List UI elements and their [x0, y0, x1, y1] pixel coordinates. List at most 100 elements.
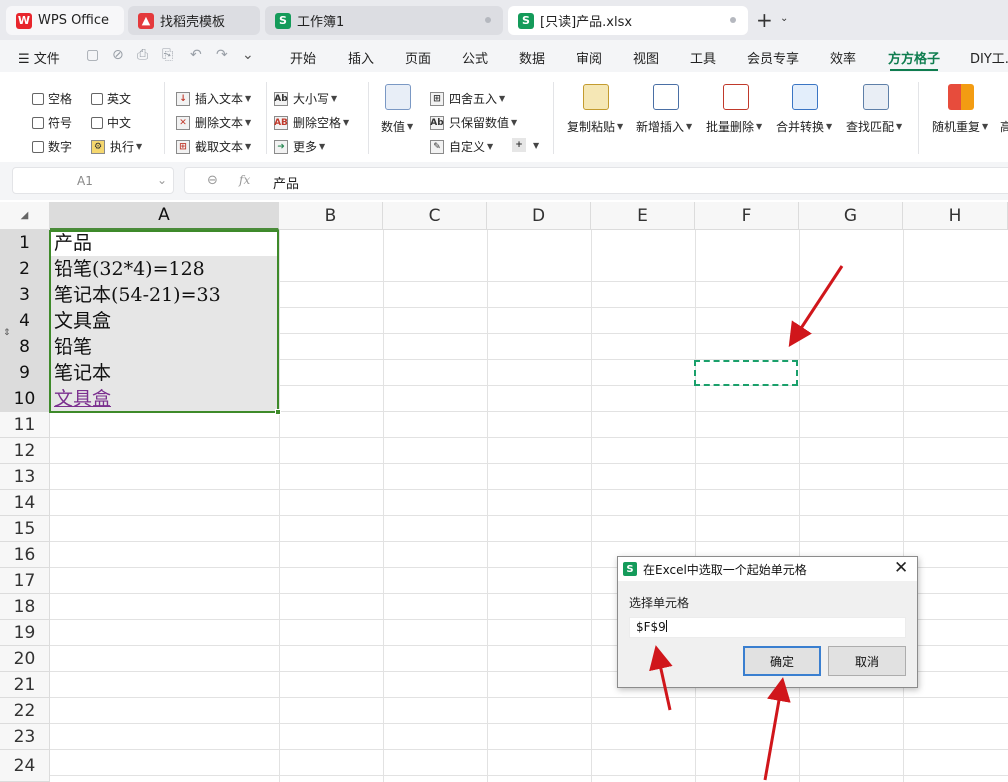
- row-header-9[interactable]: 9: [0, 360, 50, 386]
- tab-docer-templates[interactable]: ▲ 找稻壳模板: [128, 6, 260, 35]
- formula-content: 产品: [273, 177, 300, 192]
- plus-dropdown-button[interactable]: + ▼: [512, 138, 539, 152]
- execute-button[interactable]: ⚙ 执行 ▼: [91, 138, 142, 155]
- row-header-16[interactable]: 16: [0, 542, 50, 568]
- row-header-19[interactable]: 19: [0, 620, 50, 646]
- copy-paste-button[interactable]: 复制粘贴 ▼: [567, 118, 623, 135]
- row-header-14[interactable]: 14: [0, 490, 50, 516]
- select-all-corner[interactable]: ◢: [0, 202, 50, 230]
- row-header-18[interactable]: 18: [0, 594, 50, 620]
- custom-icon: ✎: [430, 139, 444, 154]
- row-header-15[interactable]: 15: [0, 516, 50, 542]
- row-header-1[interactable]: 1: [0, 230, 50, 256]
- chevron-down-icon[interactable]: ⌄: [242, 47, 254, 63]
- print-preview-icon[interactable]: ⎘: [162, 47, 173, 63]
- dialog-titlebar[interactable]: S 在Excel中选取一个起始单元格 ✕: [618, 557, 917, 581]
- delete-space-button[interactable]: AB 删除空格 ▼: [274, 114, 349, 131]
- save-icon[interactable]: ▢: [86, 47, 99, 63]
- tab-workbook1[interactable]: S 工作簿1: [265, 6, 503, 35]
- cancel-button[interactable]: 取消: [828, 646, 906, 676]
- row-header-2[interactable]: 2: [0, 256, 50, 282]
- copy-paste-icon: [583, 84, 609, 110]
- checkbox-english[interactable]: 英文: [91, 90, 131, 107]
- file-menu[interactable]: ☰ 文件: [18, 48, 60, 67]
- row-header-21[interactable]: 21: [0, 672, 50, 698]
- tab-wps-office[interactable]: W WPS Office: [6, 6, 124, 35]
- checkbox-space[interactable]: 空格: [32, 90, 72, 107]
- delete-text-icon: ✕: [176, 115, 190, 130]
- row-header-22[interactable]: 22: [0, 698, 50, 724]
- menu-review[interactable]: 审阅: [576, 48, 602, 67]
- undo-icon[interactable]: ↶: [190, 47, 202, 63]
- ribbon-divider: [918, 82, 919, 154]
- print-icon[interactable]: ⎙: [137, 47, 148, 63]
- more-button[interactable]: ➜ 更多 ▼: [274, 138, 325, 155]
- zoom-formula-icon[interactable]: ⊖: [207, 173, 218, 188]
- add-insert-button[interactable]: 新增插入 ▼: [636, 118, 692, 135]
- row-header-13[interactable]: 13: [0, 464, 50, 490]
- round-icon: ⊞: [430, 91, 444, 106]
- column-header-e[interactable]: E: [591, 202, 695, 230]
- redo-icon[interactable]: ↷: [216, 47, 228, 63]
- name-box[interactable]: A1 ⌄: [12, 167, 174, 194]
- row-header-20[interactable]: 20: [0, 646, 50, 672]
- menu-data[interactable]: 数据: [519, 48, 545, 67]
- column-header-h[interactable]: H: [903, 202, 1008, 230]
- column-header-f[interactable]: F: [695, 202, 799, 230]
- row-header-11[interactable]: 11: [0, 412, 50, 438]
- close-icon[interactable]: ✕: [894, 558, 908, 578]
- checkbox-chinese[interactable]: 中文: [91, 114, 131, 131]
- menu-page[interactable]: 页面: [405, 48, 431, 67]
- delete-text-button[interactable]: ✕ 删除文本 ▼: [176, 114, 251, 131]
- advanced-button[interactable]: 高: [1000, 118, 1008, 135]
- keep-numeric-button[interactable]: Ab 只保留数值 ▼: [430, 114, 517, 131]
- ok-button[interactable]: 确定: [743, 646, 821, 676]
- menu-insert[interactable]: 插入: [348, 48, 374, 67]
- row-header-24[interactable]: 24: [0, 750, 50, 782]
- column-header-g[interactable]: G: [799, 202, 903, 230]
- batch-delete-button[interactable]: 批量删除 ▼: [706, 118, 762, 135]
- insert-text-button[interactable]: ↓ 插入文本 ▼: [176, 90, 251, 107]
- column-header-c[interactable]: C: [383, 202, 487, 230]
- spreadsheet-grid[interactable]: ◢ A B C D E F G H 1 2 3 4 8 9 10 11 12 1…: [0, 202, 1008, 782]
- random-repeat-button[interactable]: 随机重复 ▼: [932, 118, 988, 135]
- cell-reference-input[interactable]: $F$9: [629, 617, 906, 638]
- menu-member[interactable]: 会员专享: [747, 48, 799, 67]
- chevron-down-icon[interactable]: ⌄: [780, 13, 788, 24]
- fill-handle[interactable]: [275, 409, 281, 415]
- hidden-rows-expand-icon[interactable]: ⇕: [3, 328, 11, 338]
- menu-tools[interactable]: 工具: [690, 48, 716, 67]
- menu-start[interactable]: 开始: [290, 48, 316, 67]
- extract-text-button[interactable]: ⊞ 截取文本 ▼: [176, 138, 251, 155]
- tab-product-xlsx[interactable]: S [只读]产品.xlsx: [508, 6, 748, 35]
- checkbox-symbol[interactable]: 符号: [32, 114, 72, 131]
- case-button[interactable]: Ab 大小写 ▼: [274, 90, 337, 107]
- numeric-button[interactable]: 数值 ▼: [381, 118, 413, 135]
- row-header-10[interactable]: 10: [0, 386, 50, 412]
- checkbox-number[interactable]: 数字: [32, 138, 72, 155]
- row-header-23[interactable]: 23: [0, 724, 50, 750]
- grid-line: [383, 230, 384, 782]
- menu-view[interactable]: 视图: [633, 48, 659, 67]
- find-match-icon: [863, 84, 889, 110]
- menu-diy-tools[interactable]: DIY工...: [970, 48, 1008, 67]
- column-header-b[interactable]: B: [279, 202, 383, 230]
- new-tab-plus-icon[interactable]: +: [756, 10, 773, 30]
- round-button[interactable]: ⊞ 四舍五入 ▼: [430, 90, 505, 107]
- column-header-d[interactable]: D: [487, 202, 591, 230]
- column-header-a[interactable]: A: [50, 202, 279, 230]
- export-icon[interactable]: ⊘: [112, 47, 124, 63]
- tab-label: 找稻壳模板: [160, 15, 226, 30]
- row-header-3[interactable]: 3: [0, 282, 50, 308]
- row-header-17[interactable]: 17: [0, 568, 50, 594]
- formula-input[interactable]: ⊖ fx 产品: [184, 167, 1008, 194]
- menu-formula[interactable]: 公式: [462, 48, 488, 67]
- menu-fangfang-gezi[interactable]: 方方格子: [888, 48, 940, 67]
- custom-button[interactable]: ✎ 自定义 ▼: [430, 138, 493, 155]
- menu-efficiency[interactable]: 效率: [830, 48, 856, 67]
- fx-icon[interactable]: fx: [239, 173, 250, 187]
- row-header-12[interactable]: 12: [0, 438, 50, 464]
- merge-convert-button[interactable]: 合并转换 ▼: [776, 118, 832, 135]
- chevron-down-icon[interactable]: ⌄: [157, 173, 167, 187]
- find-match-button[interactable]: 查找匹配 ▼: [846, 118, 902, 135]
